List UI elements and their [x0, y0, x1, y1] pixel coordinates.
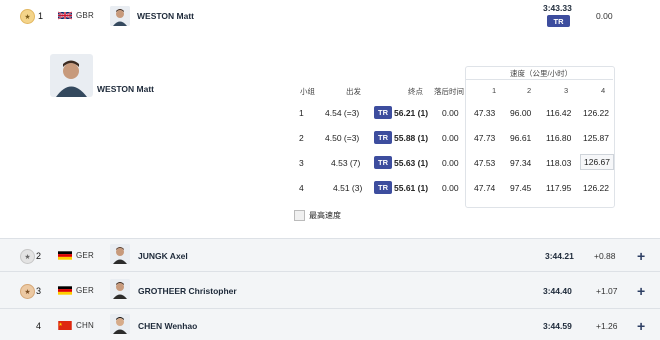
speed-2: 96.61 [510, 133, 532, 143]
athlete-name[interactable]: GROTHEER Christopher [138, 286, 237, 296]
speed-1: 47.53 [474, 158, 496, 168]
col-s1: 1 [492, 86, 497, 95]
flag-chn-icon [58, 321, 72, 330]
finish-time: 56.21 (1) [394, 108, 429, 118]
medal-bronze-icon: ★ [20, 284, 35, 299]
behind-time: 0.00 [442, 158, 459, 168]
speed-4: 125.87 [583, 133, 609, 143]
run-number: 2 [299, 133, 304, 143]
col-finish: 终点 [408, 87, 423, 96]
avatar [110, 244, 130, 264]
flag-ger-icon [58, 251, 72, 260]
finish-time: 55.61 (1) [394, 183, 429, 193]
run-number: 3 [299, 158, 304, 168]
track-record-badge: TR [547, 15, 570, 27]
noc-code: GER [76, 251, 94, 260]
speed-group-header: 速度（公里/小时） [510, 69, 573, 78]
track-record-badge: TR [374, 181, 392, 194]
rank: 2 [36, 251, 42, 261]
rank: 3 [36, 286, 42, 296]
start-time: 4.53 (7) [331, 158, 361, 168]
col-s2: 2 [527, 86, 532, 95]
start-time: 4.51 (3) [333, 183, 363, 193]
start-time: 4.54 (=3) [325, 108, 360, 118]
speed-3: 118.03 [546, 158, 572, 168]
medal-gold-icon: ★ [20, 9, 35, 24]
speed-4: 126.22 [583, 183, 609, 193]
speed-2: 96.00 [510, 108, 532, 118]
col-start: 出发 [346, 87, 361, 96]
plus-icon[interactable]: + [637, 284, 645, 298]
plus-icon[interactable]: + [637, 319, 645, 333]
behind-time: 0.00 [442, 183, 459, 193]
total-time: 3:44.21 [545, 251, 574, 261]
col-behind: 落后时间 [434, 87, 464, 96]
time-behind: +1.07 [596, 286, 618, 296]
speed-2: 97.34 [510, 158, 532, 168]
finish-time: 55.63 (1) [394, 158, 429, 168]
speed-1: 47.73 [474, 133, 496, 143]
run-number: 1 [299, 108, 304, 118]
athlete-photo [50, 54, 93, 97]
speed-4: 126.22 [583, 108, 609, 118]
athlete-detail-name: WESTON Matt [97, 84, 154, 94]
speed-1: 47.74 [474, 183, 496, 193]
noc-code: GER [76, 286, 94, 295]
col-s4: 4 [601, 86, 606, 95]
speed-3: 116.42 [546, 108, 572, 118]
col-run: 小组 [300, 87, 315, 96]
noc-code: CHN [76, 321, 94, 330]
speed-1: 47.33 [474, 108, 496, 118]
start-time: 4.50 (=3) [325, 133, 360, 143]
speed-3: 117.95 [546, 183, 572, 193]
speed-3: 116.80 [546, 133, 572, 143]
finish-time: 55.88 (1) [394, 133, 429, 143]
medal-silver-icon: ★ [20, 249, 35, 264]
time-behind: 0.00 [596, 11, 613, 21]
total-time: 3:43.33 [543, 3, 572, 13]
track-record-badge: TR [374, 131, 392, 144]
avatar [110, 314, 130, 334]
total-time: 3:44.59 [543, 321, 572, 331]
time-behind: +1.26 [596, 321, 618, 331]
highest-speed-legend-box [294, 210, 305, 221]
athlete-name[interactable]: WESTON Matt [137, 11, 194, 21]
col-s3: 3 [564, 86, 569, 95]
avatar [110, 6, 130, 26]
behind-time: 0.00 [442, 133, 459, 143]
time-behind: +0.88 [594, 251, 616, 261]
athlete-name[interactable]: CHEN Wenhao [138, 321, 197, 331]
speed-2: 97.45 [510, 183, 532, 193]
behind-time: 0.00 [442, 108, 459, 118]
track-record-badge: TR [374, 106, 392, 119]
total-time: 3:44.40 [543, 286, 572, 296]
avatar [110, 279, 130, 299]
track-record-badge: TR [374, 156, 392, 169]
athlete-name[interactable]: JUNGK Axel [138, 251, 188, 261]
rank: 1 [38, 11, 44, 21]
highest-speed-legend: 最高速度 [309, 211, 341, 220]
speed-4-highest: 126.67 [580, 154, 614, 170]
flag-ger-icon [58, 286, 72, 295]
divider [465, 79, 613, 80]
noc-code: GBR [76, 11, 94, 20]
plus-icon[interactable]: + [637, 249, 645, 263]
rank: 4 [36, 321, 42, 331]
flag-gbr-icon [58, 11, 72, 20]
run-number: 4 [299, 183, 304, 193]
